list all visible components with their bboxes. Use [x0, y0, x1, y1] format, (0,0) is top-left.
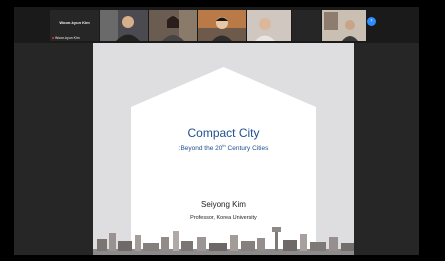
slide-affiliation: Professor, Korea University [190, 215, 257, 221]
gallery-next-button[interactable]: › [367, 17, 376, 26]
participant-tile[interactable] [198, 10, 246, 41]
meeting-window: Woon-kyun Kim Woon-kyun Kim › Compact Ci… [14, 7, 419, 255]
participant-gallery: Woon-kyun Kim Woon-kyun Kim › [14, 7, 419, 43]
participant-tile[interactable] [322, 10, 366, 41]
participant-label: Woon-kyun Kim [52, 36, 80, 40]
shared-screen: Compact City :Beyond the 20th Century Ci… [14, 43, 419, 255]
slide-title: Compact City [187, 126, 260, 140]
slide-subtitle: :Beyond the 20th Century Cities [178, 143, 269, 153]
participant-tile[interactable] [292, 10, 321, 41]
slide-author: Seiyong Kim [201, 200, 246, 209]
presentation-slide: Compact City :Beyond the 20th Century Ci… [93, 43, 354, 255]
participant-video [247, 10, 291, 41]
participant-tile[interactable] [149, 10, 197, 41]
muted-mic-icon [52, 37, 54, 40]
participant-video [322, 10, 366, 41]
participant-tile[interactable]: Woon-kyun Kim Woon-kyun Kim [50, 10, 99, 41]
participant-tile[interactable] [247, 10, 291, 41]
participant-name: Woon-kyun Kim [59, 20, 90, 25]
participant-video [100, 10, 148, 41]
participant-video [149, 10, 197, 41]
city-skyline-image [93, 227, 354, 255]
participant-tile[interactable] [100, 10, 148, 41]
participant-video [198, 10, 246, 41]
